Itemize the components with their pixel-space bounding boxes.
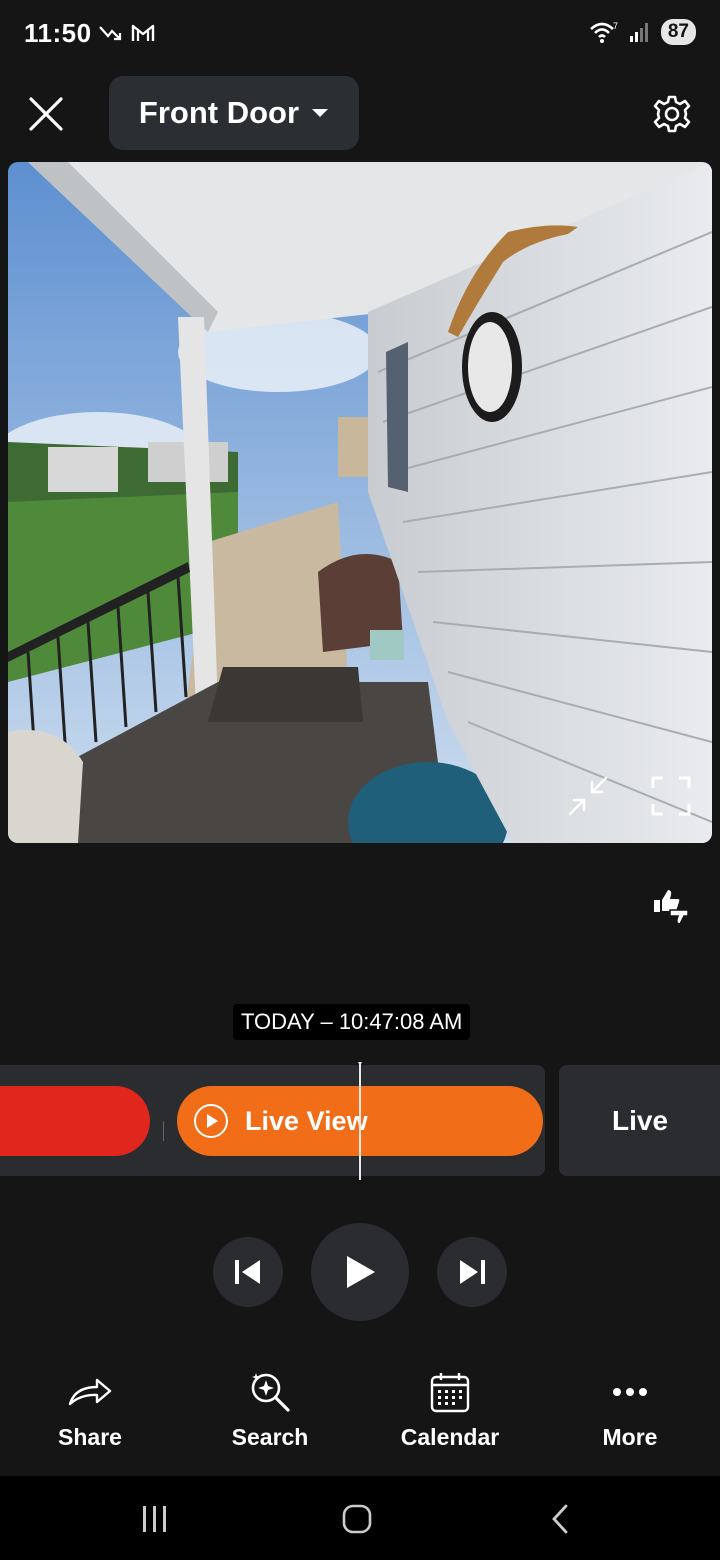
timeline-tick: [163, 1121, 164, 1141]
calendar-button[interactable]: Calendar: [380, 1370, 520, 1451]
more-button[interactable]: More: [560, 1370, 700, 1451]
playhead[interactable]: [358, 1062, 362, 1180]
gmail-icon: [131, 24, 155, 41]
settings-button[interactable]: [652, 94, 692, 134]
search-button[interactable]: Search: [200, 1370, 340, 1451]
close-icon: [29, 97, 63, 131]
share-button[interactable]: Share: [20, 1370, 160, 1451]
recents-icon: [143, 1506, 166, 1532]
home-icon: [342, 1504, 372, 1534]
minimize-video-button[interactable]: [566, 774, 610, 818]
more-icon: [613, 1388, 647, 1396]
search-sparkle-icon: [251, 1373, 290, 1412]
play-icon: [347, 1256, 375, 1288]
status-bar: 11:50 7 87: [0, 0, 720, 68]
device-selector[interactable]: Front Door: [109, 76, 359, 150]
status-time: 11:50: [24, 18, 92, 48]
back-icon: [552, 1504, 568, 1534]
wifi-icon: 7: [589, 21, 618, 43]
camera-snapshot: [8, 162, 712, 843]
play-button[interactable]: [311, 1223, 409, 1321]
back-button[interactable]: [540, 1502, 580, 1536]
device-name: Front Door: [138, 95, 300, 130]
live-label: Live: [612, 1104, 669, 1136]
status-system-icons: 7 87: [589, 19, 696, 45]
caret-down-icon: [312, 109, 329, 117]
skip-previous-icon: [235, 1260, 260, 1284]
calendar-label: Calendar: [400, 1424, 500, 1450]
close-button[interactable]: [22, 90, 70, 138]
more-label: More: [602, 1424, 658, 1450]
action-bar: Share Search Calendar More: [0, 1370, 720, 1470]
live-view-label: Live View: [245, 1105, 368, 1136]
recents-button[interactable]: [135, 1502, 175, 1536]
camera-feed[interactable]: [8, 162, 712, 843]
event-timeline[interactable]: Live View: [0, 1065, 545, 1176]
calendar-icon: [430, 1373, 470, 1413]
svg-text:7: 7: [613, 21, 618, 31]
live-card[interactable]: Live: [559, 1065, 720, 1176]
signal-icon: [629, 23, 648, 42]
fullscreen-icon: [651, 776, 691, 816]
thumbs-feedback-icon: [654, 890, 689, 925]
share-icon: [68, 1378, 112, 1406]
status-notification-icons: [98, 22, 156, 44]
share-label: Share: [58, 1424, 122, 1450]
collapse-icon: [568, 776, 608, 816]
feedback-button[interactable]: [650, 886, 690, 926]
gear-icon: [653, 95, 691, 133]
battery-badge: 87: [660, 19, 696, 45]
skip-next-icon: [460, 1260, 485, 1284]
previous-event-button[interactable]: [213, 1237, 283, 1307]
home-button[interactable]: [337, 1502, 377, 1536]
fullscreen-button[interactable]: [649, 774, 693, 818]
header: Front Door: [0, 76, 720, 150]
motion-event-segment[interactable]: [0, 1086, 150, 1156]
missed-call-icon: [99, 26, 122, 41]
play-circle-icon: [194, 1104, 228, 1138]
next-event-button[interactable]: [437, 1237, 507, 1307]
timeline-timestamp: TODAY – 10:47:08 AM: [233, 1004, 471, 1040]
search-label: Search: [231, 1424, 309, 1450]
system-nav-bar: [0, 1476, 720, 1560]
